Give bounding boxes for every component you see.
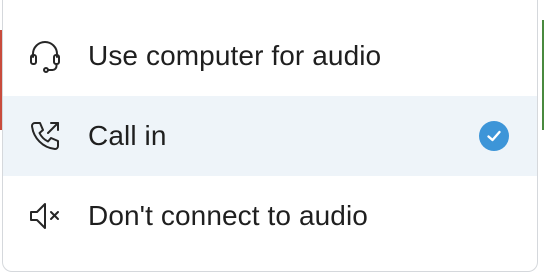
phone-outgoing-icon [23, 114, 67, 158]
menu-item-dont-connect-audio[interactable]: Don't connect to audio [3, 176, 537, 256]
menu-item-label: Call in [88, 120, 167, 151]
menu-item-label: Use computer for audio [88, 40, 382, 71]
audio-options-screen: Use computer for audio Call in Don't con… [0, 0, 544, 274]
menu-item-call-in[interactable]: Call in [3, 96, 537, 176]
headset-icon [23, 34, 67, 78]
menu-item-use-computer-audio[interactable]: Use computer for audio [3, 16, 537, 96]
menu-item-label: Don't connect to audio [88, 200, 368, 231]
checkmark-icon [479, 121, 509, 151]
speaker-muted-icon [23, 194, 67, 238]
audio-options-menu: Use computer for audio Call in Don't con… [2, 0, 538, 272]
